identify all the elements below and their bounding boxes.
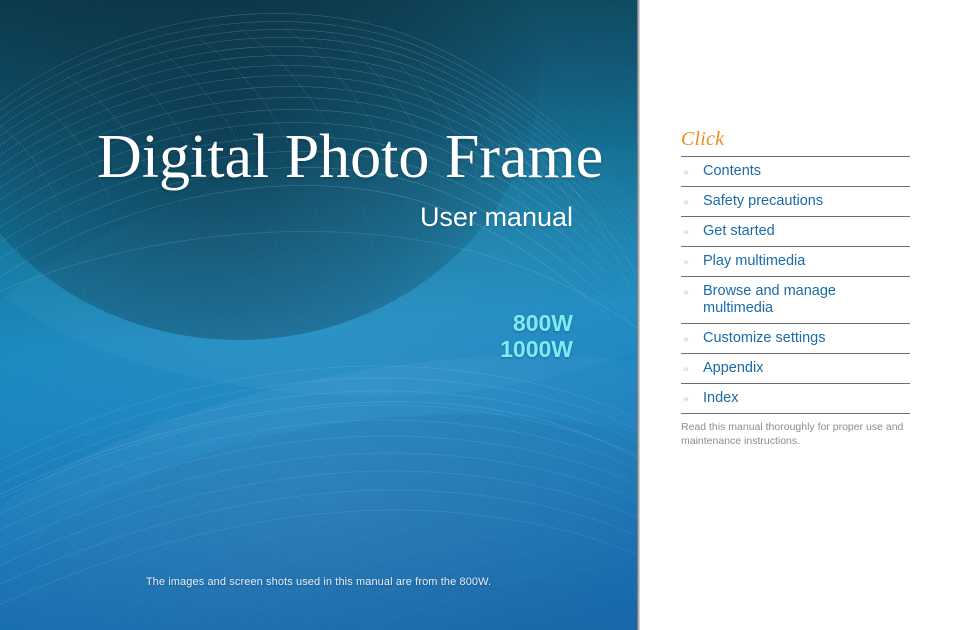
chevron-right-icon: » [683,331,689,345]
chevron-right-icon: » [683,391,689,405]
chevron-right-icon: » [683,224,689,238]
read-manual-note: Read this manual thoroughly for proper u… [681,421,904,447]
chapter-link-label: Get started [703,223,775,239]
chapter-link-browse-and-manage-multimedia[interactable]: » Browse and manage multimedia [681,277,910,324]
chapter-link-contents[interactable]: » Contents [681,157,910,187]
chevron-right-icon: » [683,164,689,178]
chapter-link-customize-settings[interactable]: » Customize settings [681,324,910,354]
model-number-list: 800W 1000W [273,310,573,363]
chapter-link-label: Customize settings [703,330,826,346]
chevron-right-icon: » [683,254,689,268]
chevron-right-icon: » [683,194,689,208]
chapter-link-list: » Contents » Safety precautions » Get st… [681,156,910,414]
chapter-link-label: Play multimedia [703,253,806,269]
chapter-link-index[interactable]: » Index [681,384,910,414]
chapter-link-label: Browse and manage multimedia [703,283,836,316]
cover-footnote: The images and screen shots used in this… [145,576,492,588]
chapter-link-label: Appendix [703,360,764,376]
chapter-link-appendix[interactable]: » Appendix [681,354,910,384]
chapter-link-safety-precautions[interactable]: » Safety precautions [681,187,910,217]
chapter-link-label: Safety precautions [703,193,824,209]
chapter-link-play-multimedia[interactable]: » Play multimedia [681,247,910,277]
page-title: Digital Photo Frame [97,123,604,191]
cover-artwork-panel: Digital Photo Frame User manual 800W 100… [0,0,637,630]
chapter-link-label: Index [703,390,739,406]
click-heading: Click [681,128,725,150]
chevron-right-icon: » [683,284,689,298]
chapter-link-label: Contents [703,163,762,179]
navigation-panel: Click » Contents » Safety precautions » … [640,0,954,630]
chevron-right-icon: » [683,361,689,375]
model-number-800w: 800W [512,310,573,336]
manual-cover-page: Digital Photo Frame User manual 800W 100… [0,0,954,630]
model-number-1000w: 1000W [500,336,573,363]
cover-subtitle: User manual [419,202,573,232]
cover-text-block: Digital Photo Frame User manual 800W 100… [0,0,637,630]
chapter-link-get-started[interactable]: » Get started [681,217,910,247]
